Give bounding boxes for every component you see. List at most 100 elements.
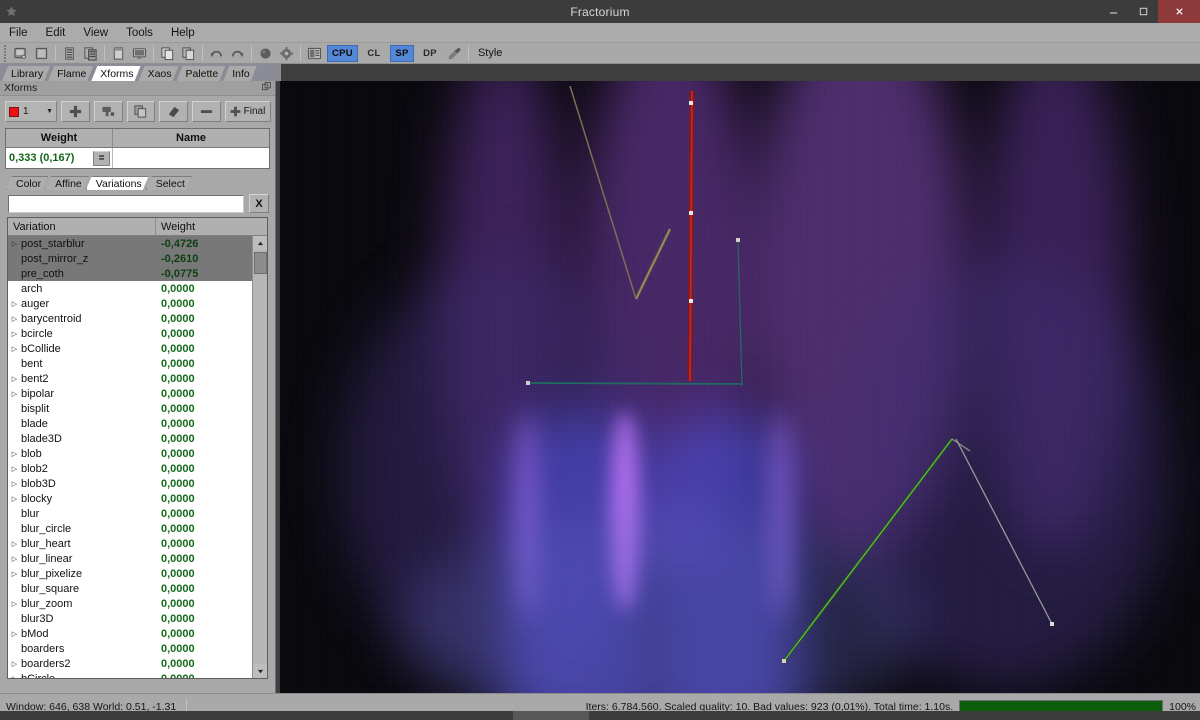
variation-weight[interactable]: 0,0000 (156, 673, 195, 679)
variation-row[interactable]: ▷ bcircle 0,0000 (8, 326, 252, 341)
variation-row[interactable]: ▷ bipolar 0,0000 (8, 386, 252, 401)
duplicate-xform-button[interactable] (93, 101, 123, 122)
add-xform-button[interactable] (61, 101, 90, 122)
delete-xform-button[interactable] (192, 101, 221, 122)
variation-row[interactable]: arch 0,0000 (8, 281, 252, 296)
save-current-icon[interactable] (109, 44, 128, 63)
expand-arrow-icon[interactable]: ▷ (8, 600, 21, 608)
expand-arrow-icon[interactable]: ▷ (8, 480, 21, 488)
variation-row[interactable]: ▷ bent2 0,0000 (8, 371, 252, 386)
variation-weight[interactable]: 0,0000 (156, 283, 195, 295)
menu-tools[interactable]: Tools (117, 25, 162, 41)
variation-row[interactable]: ▷ post_starblur -0,4726 (8, 236, 252, 251)
variation-row[interactable]: bisplit 0,0000 (8, 401, 252, 416)
variation-row[interactable]: boarders 0,0000 (8, 641, 252, 656)
variation-weight[interactable]: 0,0000 (156, 433, 195, 445)
open-flame-icon[interactable] (32, 44, 51, 63)
expand-arrow-icon[interactable]: ▷ (8, 345, 21, 353)
variation-weight[interactable]: 0,0000 (156, 493, 195, 505)
variation-row[interactable]: pre_coth -0,0775 (8, 266, 252, 281)
subtab-select[interactable]: Select (146, 176, 192, 190)
variation-weight[interactable]: 0,0000 (156, 373, 195, 385)
variation-row[interactable]: ▷ blur_pixelize 0,0000 (8, 566, 252, 581)
expand-arrow-icon[interactable]: ▷ (8, 555, 21, 563)
restore-button[interactable] (1128, 0, 1158, 23)
chevron-down-icon[interactable] (253, 664, 267, 678)
expand-arrow-icon[interactable]: ▷ (8, 240, 21, 248)
clear-search-button[interactable]: X (249, 194, 269, 213)
add-final-xform-button[interactable]: Final (224, 101, 271, 122)
save-screen-icon[interactable] (130, 44, 149, 63)
variation-weight[interactable]: 0,0000 (156, 448, 195, 460)
expand-arrow-icon[interactable]: ▷ (8, 300, 21, 308)
new-flame-icon[interactable] (11, 44, 30, 63)
tab-info[interactable]: Info (223, 66, 257, 81)
expand-arrow-icon[interactable]: ▷ (8, 660, 21, 668)
scrollbar-thumb[interactable] (254, 252, 267, 274)
undo-icon[interactable] (207, 44, 226, 63)
variation-weight[interactable]: 0,0000 (156, 553, 195, 565)
menu-view[interactable]: View (74, 25, 117, 41)
expand-arrow-icon[interactable]: ▷ (8, 570, 21, 578)
minimize-button[interactable] (1098, 0, 1128, 23)
variation-weight[interactable]: 0,0000 (156, 463, 195, 475)
style-label[interactable]: Style (478, 47, 502, 59)
variation-weight[interactable]: 0,0000 (156, 343, 195, 355)
variation-weight[interactable]: -0,4726 (156, 238, 198, 250)
variation-row[interactable]: ▷ auger 0,0000 (8, 296, 252, 311)
variation-weight[interactable]: 0,0000 (156, 418, 195, 430)
variation-weight[interactable]: 0,0000 (156, 328, 195, 340)
variation-row[interactable]: ▷ blur_heart 0,0000 (8, 536, 252, 551)
chevron-up-icon[interactable] (253, 236, 267, 250)
variation-weight[interactable]: 0,0000 (156, 583, 195, 595)
variation-row[interactable]: ▷ blur_linear 0,0000 (8, 551, 252, 566)
toolbar-grip[interactable] (2, 44, 8, 62)
variation-weight[interactable]: 0,0000 (156, 643, 195, 655)
paste-icon[interactable] (179, 44, 198, 63)
variation-row[interactable]: blade3D 0,0000 (8, 431, 252, 446)
menu-help[interactable]: Help (162, 25, 204, 41)
variation-row[interactable]: blur_circle 0,0000 (8, 521, 252, 536)
expand-arrow-icon[interactable]: ▷ (8, 330, 21, 338)
tab-library[interactable]: Library (2, 66, 50, 81)
variation-weight[interactable]: 0,0000 (156, 598, 195, 610)
expand-arrow-icon[interactable]: ▷ (8, 495, 21, 503)
variation-weight[interactable]: 0,0000 (156, 538, 195, 550)
variation-row[interactable]: ▷ boarders2 0,0000 (8, 656, 252, 671)
variation-row[interactable]: blur_square 0,0000 (8, 581, 252, 596)
expand-arrow-icon[interactable]: ▷ (8, 540, 21, 548)
expand-arrow-icon[interactable]: ▷ (8, 675, 21, 679)
expand-arrow-icon[interactable]: ▷ (8, 375, 21, 383)
variation-weight[interactable]: 0,0000 (156, 508, 195, 520)
variations-scrollbar[interactable] (252, 236, 267, 678)
xform-weight-cell[interactable]: 0,333 (0,167) = (6, 148, 113, 168)
toggle-cl[interactable]: CL (362, 45, 386, 62)
expand-arrow-icon[interactable]: ▷ (8, 390, 21, 398)
expand-arrow-icon[interactable]: ▷ (8, 465, 21, 473)
variation-row[interactable]: ▷ blob2 0,0000 (8, 461, 252, 476)
copy-xform-button[interactable] (126, 101, 156, 122)
variation-weight[interactable]: 0,0000 (156, 313, 195, 325)
variation-row[interactable]: ▷ bMod 0,0000 (8, 626, 252, 641)
variation-weight[interactable]: 0,0000 (156, 358, 195, 370)
variation-row[interactable]: blade 0,0000 (8, 416, 252, 431)
variation-row[interactable]: ▷ blob 0,0000 (8, 446, 252, 461)
expand-arrow-icon[interactable]: ▷ (8, 630, 21, 638)
copy-icon[interactable] (158, 44, 177, 63)
eyedropper-icon[interactable] (445, 44, 464, 63)
tab-xaos[interactable]: Xaos (139, 66, 179, 81)
variation-weight[interactable]: 0,0000 (156, 658, 195, 670)
variation-row[interactable]: blur3D 0,0000 (8, 611, 252, 626)
tab-flame[interactable]: Flame (48, 66, 93, 81)
variation-weight[interactable]: -0,2610 (156, 253, 198, 265)
fractal-render-canvas[interactable] (280, 81, 1200, 693)
save-flame-icon[interactable] (60, 44, 79, 63)
variation-row[interactable]: ▷ bCollide 0,0000 (8, 341, 252, 356)
variation-row[interactable]: ▷ blob3D 0,0000 (8, 476, 252, 491)
variation-weight[interactable]: 0,0000 (156, 628, 195, 640)
tab-xforms[interactable]: Xforms (91, 66, 140, 81)
variation-weight[interactable]: 0,0000 (156, 478, 195, 490)
variation-weight[interactable]: 0,0000 (156, 298, 195, 310)
xform-name-cell[interactable] (113, 148, 269, 168)
clear-xform-button[interactable] (159, 101, 189, 122)
